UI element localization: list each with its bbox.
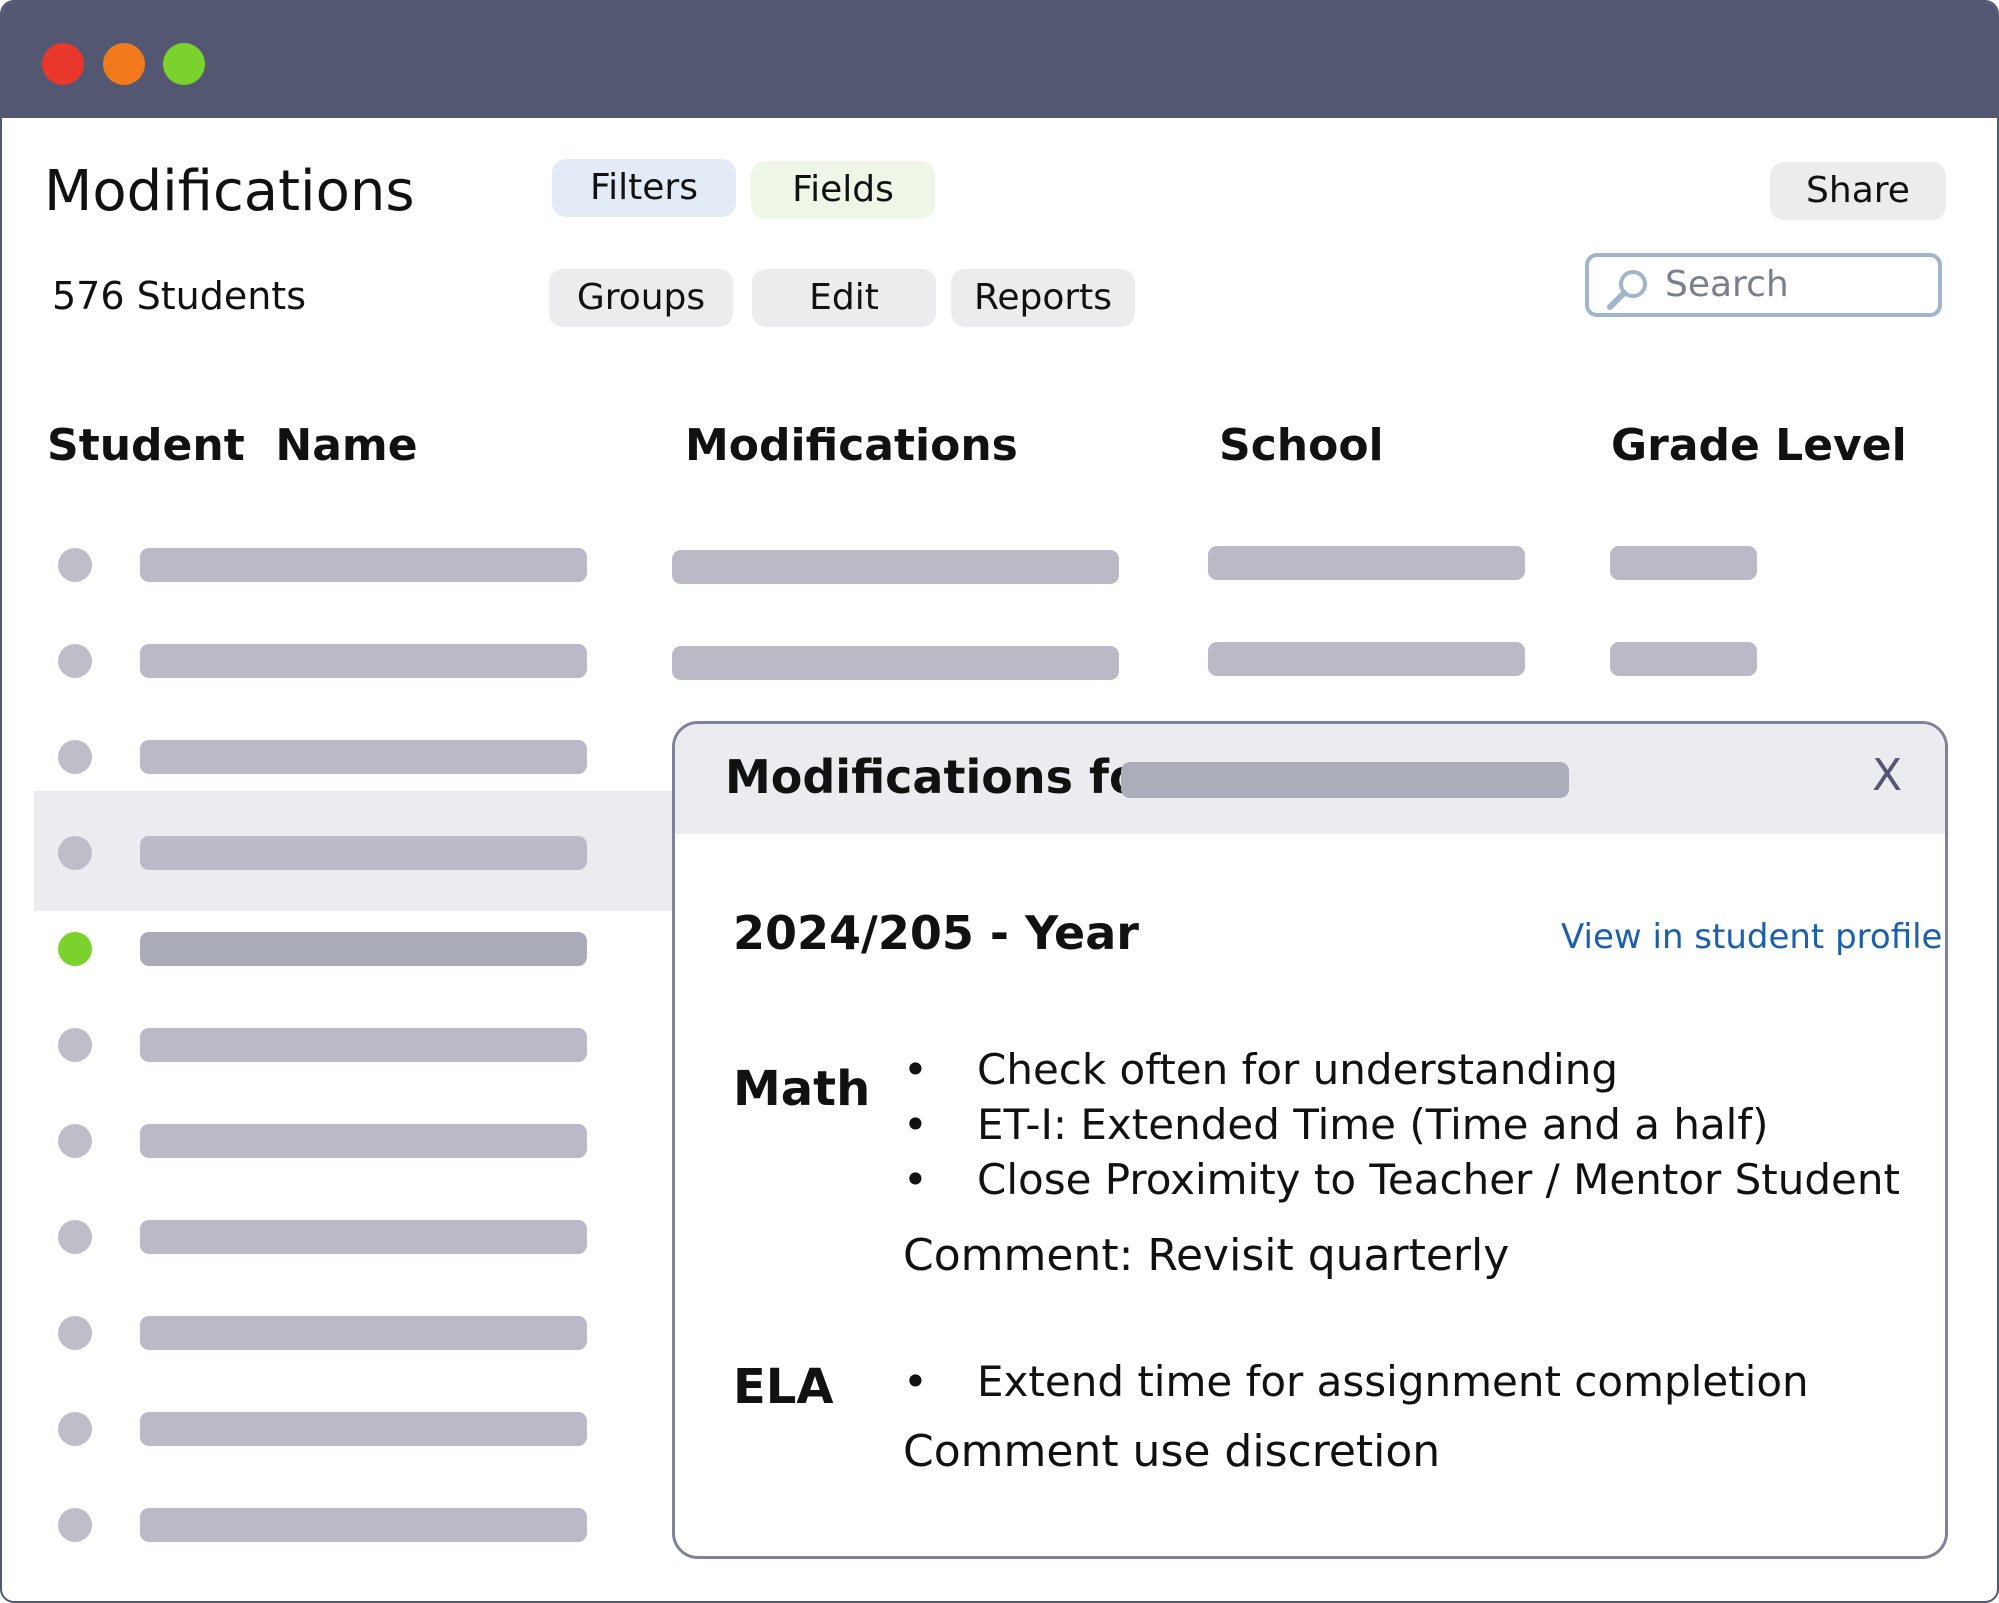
page-title: Modifications <box>44 159 415 224</box>
student-count: 576 Students <box>52 274 306 318</box>
edit-button[interactable]: Edit <box>752 269 936 327</box>
student-name-placeholder[interactable] <box>140 1124 587 1158</box>
row-selected-indicator[interactable] <box>58 932 92 966</box>
grade-level-placeholder <box>1610 642 1757 676</box>
column-header-modifications[interactable]: Modifications <box>685 416 1018 476</box>
modifications-placeholder <box>672 550 1119 584</box>
row-select-indicator[interactable] <box>58 1508 92 1542</box>
student-name-placeholder[interactable] <box>140 1220 587 1254</box>
subject-math-label: Math <box>733 1061 871 1117</box>
row-select-indicator[interactable] <box>58 740 92 774</box>
ela-comment: Comment use discretion <box>903 1426 1441 1477</box>
row-select-indicator[interactable] <box>58 1316 92 1350</box>
student-name-placeholder[interactable] <box>140 644 587 678</box>
student-name-placeholder[interactable] <box>140 548 587 582</box>
column-header-grade-level[interactable]: Grade Level <box>1611 416 1907 476</box>
modifications-modal: Modifications for X 2024/205 - Year View… <box>672 721 1948 1559</box>
student-name-placeholder[interactable] <box>140 740 587 774</box>
view-student-profile-link[interactable]: View in student profile <box>1561 912 1942 962</box>
filters-button[interactable]: Filters <box>552 159 736 217</box>
reports-button[interactable]: Reports <box>951 269 1135 327</box>
school-placeholder <box>1208 642 1525 676</box>
bullet-glyph: • <box>903 1100 928 1149</box>
student-name-placeholder[interactable] <box>140 932 587 966</box>
bullet-glyph: • <box>903 1357 928 1406</box>
modification-text: ET-I: Extended Time (Time and a half) <box>977 1100 1769 1149</box>
school-year-heading: 2024/205 - Year <box>733 906 1139 960</box>
zoom-window-button[interactable] <box>163 43 205 85</box>
share-button[interactable]: Share <box>1770 162 1946 220</box>
app-window: Modifications 576 Students Filters Field… <box>0 0 1999 1603</box>
modal-close-button[interactable]: X <box>1872 746 1902 806</box>
modification-text: Check often for understanding <box>977 1045 1618 1094</box>
title-bar <box>2 2 1997 118</box>
modification-text: Close Proximity to Teacher / Mentor Stud… <box>977 1155 1900 1204</box>
school-placeholder <box>1208 546 1525 580</box>
bullet-glyph: • <box>903 1155 928 1204</box>
student-name-placeholder[interactable] <box>140 1028 587 1062</box>
modal-header: Modifications for X <box>675 724 1945 834</box>
search-input[interactable]: Search <box>1585 253 1942 317</box>
row-select-indicator[interactable] <box>58 644 92 678</box>
grade-level-placeholder <box>1610 546 1757 580</box>
row-select-indicator[interactable] <box>58 1124 92 1158</box>
row-select-indicator[interactable] <box>58 836 92 870</box>
fields-button[interactable]: Fields <box>751 161 935 219</box>
magnifier-icon <box>1607 270 1647 310</box>
groups-button[interactable]: Groups <box>549 269 733 327</box>
student-name-placeholder[interactable] <box>140 1508 587 1542</box>
student-name-placeholder <box>1121 762 1569 798</box>
student-name-placeholder[interactable] <box>140 1412 587 1446</box>
student-name-placeholder[interactable] <box>140 1316 587 1350</box>
row-select-indicator[interactable] <box>58 1220 92 1254</box>
search-placeholder: Search <box>1665 264 1789 305</box>
column-header-school[interactable]: School <box>1219 416 1384 476</box>
row-select-indicator[interactable] <box>58 1028 92 1062</box>
student-name-placeholder[interactable] <box>140 836 587 870</box>
modal-title: Modifications for <box>725 750 1164 804</box>
minimize-window-button[interactable] <box>103 43 145 85</box>
row-select-indicator[interactable] <box>58 1412 92 1446</box>
bullet-glyph: • <box>903 1045 928 1094</box>
modification-text: Extend time for assignment completion <box>977 1357 1809 1406</box>
row-select-indicator[interactable] <box>58 548 92 582</box>
close-window-button[interactable] <box>42 43 84 85</box>
modifications-placeholder <box>672 646 1119 680</box>
column-header-student-name[interactable]: Student Name <box>47 416 418 476</box>
subject-ela-label: ELA <box>733 1359 834 1415</box>
math-comment: Comment: Revisit quarterly <box>903 1230 1510 1281</box>
